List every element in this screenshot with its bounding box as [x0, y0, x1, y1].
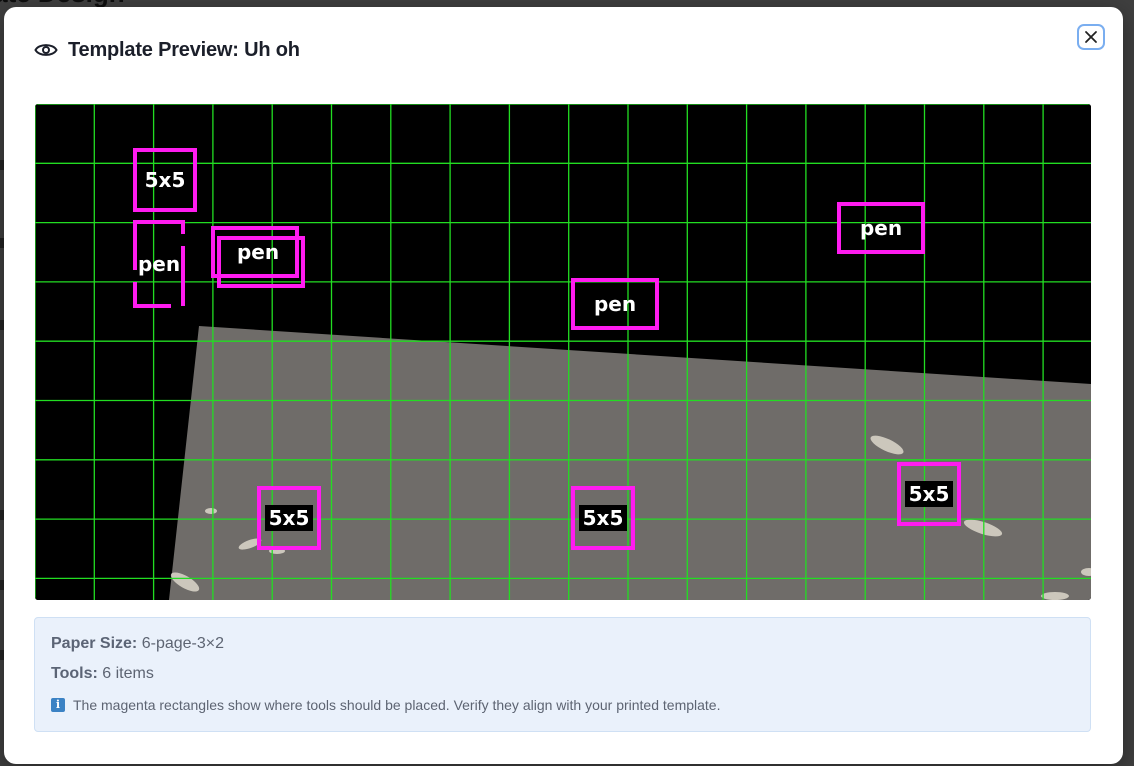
close-icon: [1085, 31, 1097, 43]
template-info-panel: Paper Size: 6-page-3×2 Tools: 6 items i …: [34, 617, 1091, 732]
tool-label: 5x5: [909, 482, 950, 506]
tool-label: 5x5: [269, 506, 310, 530]
modal-header: Template Preview: Uh oh: [34, 37, 300, 63]
info-icon: i: [51, 698, 65, 712]
tool-label: 5x5: [145, 168, 186, 192]
paper-size-row: Paper Size: 6-page-3×2: [51, 634, 1074, 654]
tools-value: 6 items: [102, 665, 154, 682]
modal-title: Template Preview: Uh oh: [68, 38, 300, 61]
paper-size-value: 6-page-3×2: [141, 635, 225, 652]
eye-icon: [34, 44, 58, 56]
paper-size-label: Paper Size:: [51, 635, 138, 652]
template-preview-modal: Template Preview: Uh oh 5x5 pen pen pen pen 5…: [4, 7, 1123, 764]
tools-row: Tools: 6 items: [51, 664, 1074, 684]
close-button[interactable]: [1077, 24, 1105, 50]
tools-label: Tools:: [51, 665, 98, 682]
info-note: i The magenta rectangles show where tool…: [51, 696, 1074, 714]
tool-label: 5x5: [583, 506, 624, 530]
tool-label: pen: [237, 240, 279, 264]
info-note-text: The magenta rectangles show where tools …: [73, 697, 721, 713]
tool-label: pen: [138, 252, 180, 276]
tool-label: pen: [860, 216, 902, 240]
tool-label: pen: [594, 292, 636, 316]
preview-canvas: 5x5 pen pen pen pen 5x5 5x5 5x5: [35, 104, 1091, 600]
template-preview-image: 5x5 pen pen pen pen 5x5 5x5 5x5: [35, 104, 1091, 600]
